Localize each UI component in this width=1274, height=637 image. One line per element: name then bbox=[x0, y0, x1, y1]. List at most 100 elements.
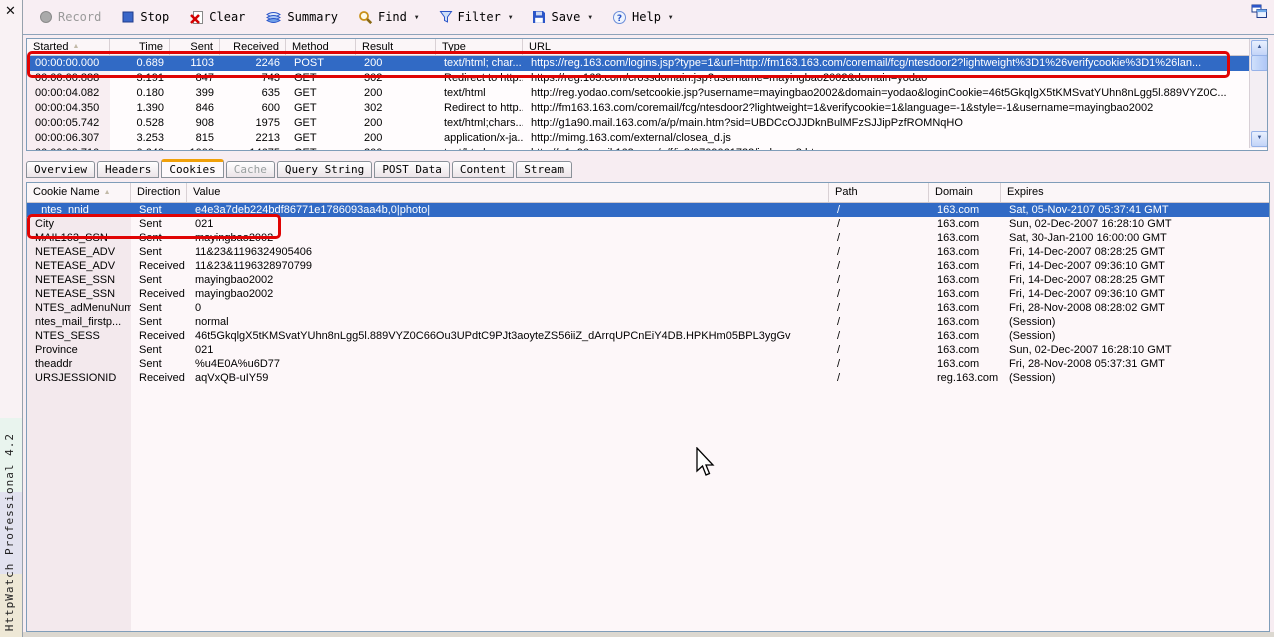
find-button[interactable]: Find ▼ bbox=[350, 7, 427, 28]
tab-stream[interactable]: Stream bbox=[516, 161, 573, 178]
help-dropdown-icon[interactable]: ▼ bbox=[669, 14, 673, 21]
request-cell-received: 2213 bbox=[255, 132, 280, 144]
cookie-col-direction[interactable]: Direction bbox=[131, 183, 187, 202]
request-col-sent[interactable]: Sent bbox=[170, 39, 220, 55]
cookie-row[interactable]: ntes_mail_firstp... Sent normal / 163.com (Se… bbox=[27, 315, 1269, 329]
cookie-cell-path: / bbox=[837, 302, 841, 314]
help-button[interactable]: ? Help ▼ bbox=[604, 7, 681, 28]
request-cell-received: 1975 bbox=[255, 117, 280, 129]
request-col-method[interactable]: Method bbox=[286, 39, 356, 55]
cookie-row[interactable]: MAIL163_SSN Sent mayingbao2002 / 163.com Sat,… bbox=[27, 231, 1269, 245]
cookie-col-name[interactable]: Cookie Name ▲ bbox=[27, 183, 131, 202]
cookie-row[interactable]: NTES_adMenuNum Sent 0 / 163.com Fri, 28-Nov-2… bbox=[27, 301, 1269, 315]
request-row[interactable]: 00:00:06.307 3.253 815 2213 GET 200 applicatio… bbox=[27, 131, 1267, 146]
tab-headers[interactable]: Headers bbox=[96, 161, 160, 178]
request-col-url[interactable]: URL bbox=[523, 39, 1267, 55]
vertical-app-title: HttpWatch Professional 4.2 bbox=[3, 432, 16, 631]
cookie-cell-domain: 163.com bbox=[937, 246, 980, 258]
request-list-scrollbar[interactable]: ▲ ▼ bbox=[1249, 39, 1267, 148]
tab-query-string[interactable]: Query String bbox=[276, 161, 373, 178]
cookies-header: Cookie Name ▲ Direction Value Path Domain Expi… bbox=[27, 183, 1269, 203]
save-button[interactable]: Save ▼ bbox=[524, 7, 600, 27]
cookie-row[interactable]: NETEASE_ADV Sent 11&23&1196324905406 / 163.c… bbox=[27, 245, 1269, 259]
cookie-col-path[interactable]: Path bbox=[829, 183, 929, 202]
request-col-started[interactable]: Started ▲ bbox=[27, 39, 110, 55]
cookie-cell-domain: 163.com bbox=[937, 302, 980, 314]
cookie-row[interactable]: City Sent 021 / 163.com Sun, 02-Dec-2007 16:2… bbox=[27, 217, 1269, 231]
cookie-cell-name: theaddr bbox=[35, 358, 73, 370]
toolbar: Record Stop Clear Summary Find ▼ Filter ▼ Save ▼?… bbox=[23, 0, 1274, 35]
cookie-row[interactable]: NETEASE_SSN Received mayingbao2002 / 163.com… bbox=[27, 287, 1269, 301]
cookie-row[interactable]: NETEASE_ADV Received 11&23&1196328970799 / 1… bbox=[27, 259, 1269, 273]
request-col-received[interactable]: Received bbox=[220, 39, 286, 55]
scroll-up-icon[interactable]: ▲ bbox=[1251, 40, 1267, 56]
cookie-cell-path: / bbox=[837, 344, 841, 356]
cookie-cell-expires: Sun, 02-Dec-2007 16:28:10 GMT bbox=[1009, 344, 1172, 356]
tab-post-data[interactable]: POST Data bbox=[374, 161, 450, 178]
request-row[interactable]: 00:00:00.888 3.191 847 743 GET 302 Redirect to… bbox=[27, 71, 1267, 86]
cookie-row[interactable]: Province Sent 021 / 163.com Sun, 02-Dec-2007 … bbox=[27, 343, 1269, 357]
cookie-cell-name: NETEASE_SSN bbox=[35, 288, 116, 300]
cookie-col-expires[interactable]: Expires bbox=[1001, 183, 1269, 202]
help-icon: ? bbox=[612, 10, 627, 25]
cookie-row[interactable]: NETEASE_SSN Sent mayingbao2002 / 163.com Fri,… bbox=[27, 273, 1269, 287]
request-cell-result: 302 bbox=[364, 72, 383, 84]
filter-dropdown-icon[interactable]: ▼ bbox=[509, 14, 513, 21]
request-cell-started: 00:00:00.888 bbox=[35, 72, 100, 84]
cookie-cell-name: _ntes_nnid bbox=[35, 204, 89, 216]
cookie-cell-expires: Fri, 14-Dec-2007 09:36:10 GMT bbox=[1009, 288, 1165, 300]
save-dropdown-icon[interactable]: ▼ bbox=[588, 14, 592, 21]
cookie-cell-expires: (Session) bbox=[1009, 330, 1056, 342]
request-row[interactable]: 00:00:05.742 0.528 908 1975 GET 200 text/html;… bbox=[27, 116, 1267, 131]
request-cell-started: 00:00:04.350 bbox=[35, 102, 100, 114]
stop-button[interactable]: Stop bbox=[113, 7, 177, 27]
cookie-row[interactable]: URSJESSIONID Received aqVxQB-uIY59 / reg.163… bbox=[27, 371, 1269, 385]
request-row[interactable]: 00:00:09.7100.640100014675GET200text/htm… bbox=[27, 146, 1267, 150]
cookie-cell-domain: reg.163.com bbox=[937, 372, 999, 384]
cookie-cell-path: / bbox=[837, 260, 841, 272]
cookie-row[interactable]: _ntes_nnid Sent e4e3a7deb224bdf86771e17860… bbox=[27, 203, 1269, 217]
request-row[interactable]: 00:00:04.350 1.390 846 600 GET 302 Redirect to… bbox=[27, 101, 1267, 116]
request-cell-method: GET bbox=[294, 117, 317, 129]
cookie-col-domain[interactable]: Domain bbox=[929, 183, 1001, 202]
tab-cookies[interactable]: Cookies bbox=[161, 159, 224, 178]
request-cell-result: 200 bbox=[364, 117, 383, 129]
tab-content[interactable]: Content bbox=[451, 161, 515, 178]
request-row[interactable]: 00:00:04.082 0.180 399 635 GET 200 text/html ht… bbox=[27, 86, 1267, 101]
cookie-cell-domain: 163.com bbox=[937, 218, 980, 230]
cookie-cell-value: 11&23&1196328970799 bbox=[195, 260, 313, 272]
cookie-cell-value: %u4E0A%u6D77 bbox=[195, 358, 281, 370]
find-dropdown-icon[interactable]: ▼ bbox=[415, 14, 419, 21]
request-col-type[interactable]: Type bbox=[436, 39, 523, 55]
scroll-down-icon[interactable]: ▼ bbox=[1251, 131, 1267, 147]
request-cell-time: 3.191 bbox=[136, 72, 164, 84]
request-cell-url: http://reg.yodao.com/setcookie.jsp?usern… bbox=[531, 87, 1227, 99]
find-label: Find bbox=[377, 10, 407, 24]
cascade-windows-icon[interactable] bbox=[1251, 4, 1268, 22]
tab-cache: Cache bbox=[225, 161, 275, 178]
cookie-cell-name: City bbox=[35, 218, 54, 230]
request-cell-method: GET bbox=[294, 72, 317, 84]
request-col-result[interactable]: Result bbox=[356, 39, 436, 55]
record-icon bbox=[39, 10, 53, 24]
cookie-cell-domain: 163.com bbox=[937, 260, 980, 272]
clear-button[interactable]: Clear bbox=[181, 7, 253, 28]
close-icon[interactable]: ✕ bbox=[5, 4, 16, 19]
cookie-cell-value: mayingbao2002 bbox=[195, 232, 274, 244]
request-cell-sent: 847 bbox=[195, 72, 214, 84]
tab-overview[interactable]: Overview bbox=[26, 161, 95, 178]
cookie-cell-expires: Fri, 14-Dec-2007 08:28:25 GMT bbox=[1009, 274, 1165, 286]
cookie-cell-path: / bbox=[837, 358, 841, 370]
request-col-label-result: Result bbox=[362, 41, 394, 53]
cookie-row[interactable]: NTES_SESS Received 46t5GkqlgX5tKMSvatYUhn8… bbox=[27, 329, 1269, 343]
cookie-row[interactable]: theaddr Sent %u4E0A%u6D77 / 163.com Fri, 28-N… bbox=[27, 357, 1269, 371]
cookie-col-value[interactable]: Value bbox=[187, 183, 829, 202]
request-cell-result: 302 bbox=[364, 102, 383, 114]
sort-asc-icon: ▲ bbox=[103, 188, 111, 196]
cookies-panel: Cookie Name ▲ Direction Value Path Domain Expi… bbox=[26, 182, 1270, 632]
summary-button[interactable]: Summary bbox=[257, 7, 346, 28]
filter-button[interactable]: Filter ▼ bbox=[431, 7, 521, 27]
request-col-time[interactable]: Time bbox=[110, 39, 170, 55]
request-row[interactable]: 00:00:00.000 0.689 1103 2246 POST 200 text/htm… bbox=[27, 56, 1267, 71]
scrollbar-thumb[interactable] bbox=[1251, 55, 1267, 71]
